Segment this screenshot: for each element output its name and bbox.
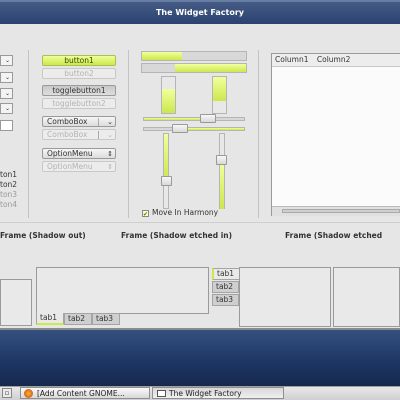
togglebutton2[interactable]: togglebutton2 [42, 98, 116, 109]
frame-shadow-out-label: Frame (Shadow out) [0, 231, 86, 240]
notebook-right-clipped [333, 267, 400, 327]
combobox-1[interactable]: ComboBox ⌄ [42, 116, 116, 127]
button1[interactable]: button1 [42, 55, 116, 66]
chevron-down-icon: ⌄ [107, 131, 113, 139]
tab-bottom-1[interactable]: tab1 [36, 313, 64, 325]
frame-shadow-etched-out-label: Frame (Shadow etched [285, 231, 383, 240]
tree-view[interactable]: Column1 Column2 [271, 53, 400, 216]
column-separator [258, 50, 259, 218]
window-title: The Widget Factory [155, 8, 245, 17]
entry-field[interactable] [0, 120, 13, 131]
browser-icon [24, 389, 33, 398]
tab-bottom-2[interactable]: tab2 [64, 313, 92, 325]
taskbar-item-widget-factory[interactable]: The Widget Factory [152, 387, 284, 399]
desktop-background [0, 330, 400, 386]
horizontal-scrollbar[interactable] [272, 206, 400, 216]
progress-bar-2 [141, 63, 247, 73]
left-label-3: ton3 [0, 190, 18, 199]
move-in-harmony-checkbox[interactable]: ✔ Move In Harmony [142, 208, 219, 218]
vscale-1-trough[interactable] [163, 133, 169, 209]
spin-widget-3[interactable]: ⌄ [0, 88, 13, 99]
hscale-2-trough[interactable] [143, 127, 245, 131]
tab-bottom-3[interactable]: tab3 [92, 313, 120, 325]
left-label-2: ton2 [0, 180, 18, 189]
checkmark-icon: ✔ [142, 209, 149, 218]
combobox-2[interactable]: ComboBox ⌄ [42, 129, 116, 140]
spin-widget-4[interactable]: ⌄ [0, 103, 13, 114]
window-icon [157, 390, 166, 397]
updown-icon: ⇕ [107, 163, 113, 171]
notebook-tabs-bottom [36, 267, 209, 314]
hscale-1-trough[interactable] [143, 117, 245, 121]
combobox-2-label: ComboBox [47, 130, 88, 139]
frame-shadow-etched-in-label: Frame (Shadow etched in) [121, 231, 233, 240]
chevron-down-icon: ⌄ [107, 118, 113, 126]
column-header-2[interactable]: Column2 [311, 55, 351, 64]
spin-widget-1[interactable]: ⌄ [0, 55, 13, 66]
optionmenu-1-label: OptionMenu [47, 149, 93, 158]
column-separator [128, 50, 129, 218]
tab-left-1[interactable]: tab1 [212, 268, 239, 280]
move-in-harmony-label: Move In Harmony [152, 208, 219, 217]
vscale-2-trough[interactable] [219, 133, 225, 209]
window-bottom-edge [0, 328, 400, 330]
notebook-left-clipped [0, 279, 32, 326]
hscale-1-slider[interactable] [200, 114, 216, 123]
frame-divider [0, 222, 400, 223]
progress-bar-1 [141, 51, 247, 61]
show-desktop-icon[interactable]: ▫ [2, 388, 12, 398]
tab-left-3[interactable]: tab3 [212, 294, 239, 306]
togglebutton1[interactable]: togglebutton1 [42, 85, 116, 96]
combobox-1-label: ComboBox [47, 117, 88, 126]
spin-widget-2[interactable]: ⌄ [0, 72, 13, 83]
vscale-1-slider[interactable] [161, 176, 172, 186]
vertical-progress-2 [212, 76, 227, 114]
window-title-bar[interactable]: The Widget Factory [0, 2, 400, 25]
updown-icon: ⇕ [107, 150, 113, 158]
optionmenu-1[interactable]: OptionMenu ⇕ [42, 148, 116, 159]
column-separator [28, 50, 29, 218]
tab-left-2[interactable]: tab2 [212, 281, 239, 293]
left-label-4: ton4 [0, 200, 18, 209]
optionmenu-2-label: OptionMenu [47, 162, 93, 171]
vertical-progress-1 [161, 76, 176, 114]
taskbar-item-label: The Widget Factory [169, 389, 242, 398]
button2[interactable]: button2 [42, 68, 116, 79]
taskbar-item-browser[interactable]: [Add Content GNOME... [20, 387, 150, 399]
column-header-1[interactable]: Column1 [272, 55, 309, 64]
hscale-2-slider[interactable] [172, 124, 188, 133]
optionmenu-2[interactable]: OptionMenu ⇕ [42, 161, 116, 172]
tree-view-header: Column1 Column2 [272, 54, 400, 67]
vscale-2-slider[interactable] [216, 155, 227, 165]
notebook-tabs-left [239, 267, 331, 327]
taskbar-item-label: [Add Content GNOME... [37, 389, 125, 398]
left-label-1: ton1 [0, 170, 18, 179]
